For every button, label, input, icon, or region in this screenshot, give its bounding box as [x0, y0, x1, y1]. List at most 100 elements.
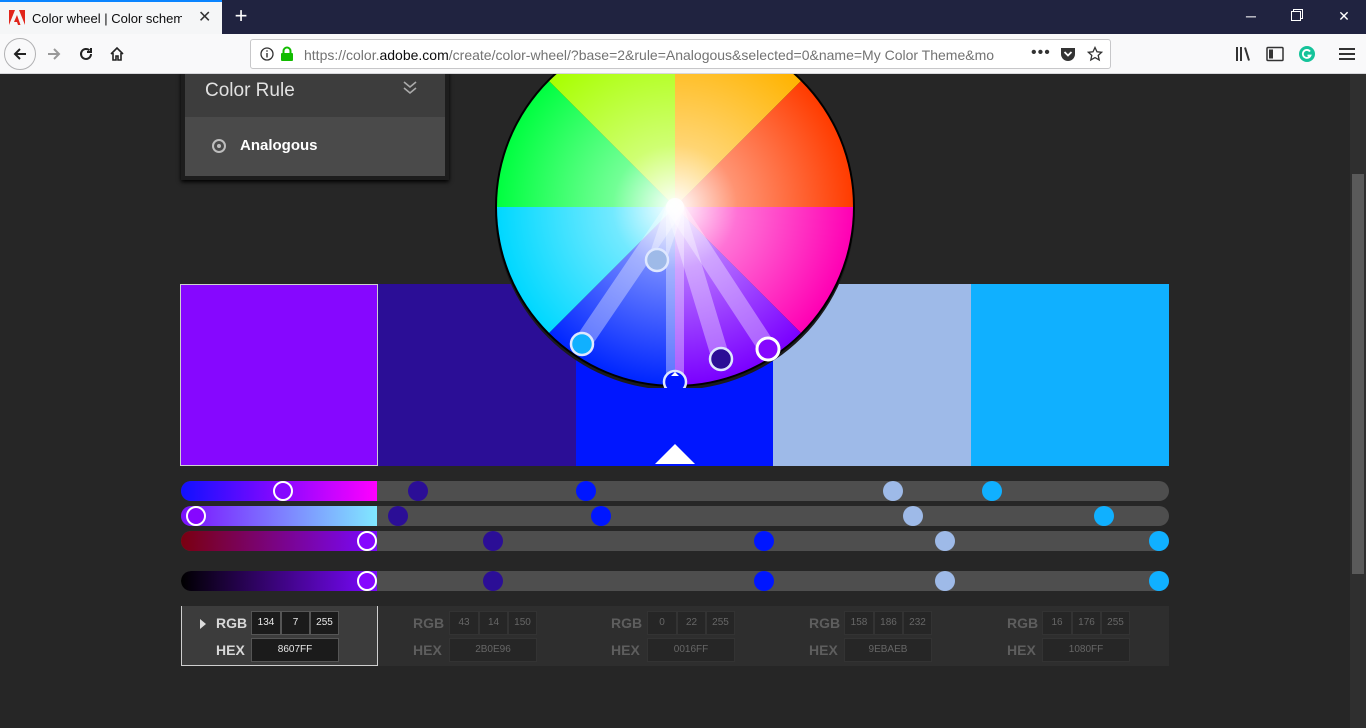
more-actions-icon[interactable]: •••: [1031, 44, 1051, 62]
new-tab-icon[interactable]: +: [231, 4, 251, 28]
hex-label-2: HEX: [413, 642, 442, 658]
expand-triangle-icon[interactable]: [200, 619, 206, 629]
color-rule-header[interactable]: Color Rule: [185, 74, 445, 117]
sat-dot-4: [903, 506, 923, 526]
rgb-b-field-3[interactable]: 255: [706, 611, 735, 635]
bright-dot-3: [754, 571, 774, 591]
hue-dot-4: [883, 481, 903, 501]
hex-label-1: HEX: [216, 642, 245, 658]
grammarly-icon[interactable]: [1298, 45, 1316, 63]
chevron-double-down-icon[interactable]: [402, 79, 418, 97]
hex-field-2[interactable]: 2B0E96: [449, 638, 537, 662]
rgb-g-field-2[interactable]: 14: [479, 611, 508, 635]
wheel-handle-4[interactable]: [644, 247, 670, 273]
lock-icon[interactable]: [280, 46, 294, 62]
radio-selected-icon: [212, 139, 226, 153]
hue-dot-3: [576, 481, 596, 501]
url-text[interactable]: https://color.adobe.com/create/color-whe…: [304, 47, 994, 63]
rgb-r-field-5[interactable]: 16: [1042, 611, 1072, 635]
rule-option-analogous[interactable]: Analogous: [185, 117, 445, 176]
hex-label-3: HEX: [611, 642, 640, 658]
hex-field-5[interactable]: 1080FF: [1042, 638, 1130, 662]
rgb-b-field-4[interactable]: 232: [903, 611, 932, 635]
rgb-g-field-3[interactable]: 22: [677, 611, 706, 635]
rgb-r-field-4[interactable]: 158: [844, 611, 874, 635]
menu-icon[interactable]: [1338, 45, 1356, 63]
bright-dot-5: [1149, 571, 1169, 591]
wheel-handle-5[interactable]: [569, 331, 595, 357]
rgb-b-field-5[interactable]: 255: [1101, 611, 1130, 635]
rgb-label-2: RGB: [413, 615, 445, 631]
color-wheel[interactable]: [494, 74, 856, 395]
swatch-1[interactable]: [180, 284, 378, 466]
tint-slider-handle[interactable]: [357, 531, 377, 551]
sidebar-icon[interactable]: [1266, 45, 1284, 63]
rgb-g-field-4[interactable]: 186: [874, 611, 903, 635]
saturation-slider-handle[interactable]: [186, 506, 206, 526]
wheel-handle-1[interactable]: [755, 336, 781, 362]
page-scrollbar[interactable]: [1350, 74, 1366, 728]
brightness-slider-handle[interactable]: [357, 571, 377, 591]
reload-button[interactable]: [70, 38, 102, 70]
minimize-icon[interactable]: ─: [1236, 6, 1266, 26]
rgb-r-field-2[interactable]: 43: [449, 611, 479, 635]
sat-dot-3: [591, 506, 611, 526]
rgb-label-1: RGB: [216, 615, 248, 631]
tint-dot-2: [483, 531, 503, 551]
hex-field-4[interactable]: 9EBAEB: [844, 638, 932, 662]
tab-bar: Color wheel | Color schemes - Adobe ✕ + …: [0, 0, 1366, 34]
bright-dot-2: [483, 571, 503, 591]
url-bar[interactable]: https://color.adobe.com/create/color-whe…: [250, 39, 1111, 69]
color-rule-title: Color Rule: [205, 80, 295, 101]
hex-label-4: HEX: [809, 642, 838, 658]
arrow-left-icon: [13, 48, 26, 60]
window-close-icon[interactable]: ✕: [1329, 6, 1359, 26]
hue-dot-5: [982, 481, 1002, 501]
rgb-r-field-3[interactable]: 0: [647, 611, 677, 635]
hex-label-5: HEX: [1007, 642, 1036, 658]
rule-option-label: Analogous: [240, 137, 318, 154]
tab-close-icon[interactable]: ✕: [198, 9, 211, 27]
brightness-slider-active[interactable]: [181, 571, 377, 591]
rgb-r-field-1[interactable]: 134: [251, 611, 281, 635]
bright-dot-4: [935, 571, 955, 591]
saturation-slider-active[interactable]: [181, 506, 377, 526]
page-content: Color Rule Analogous RGB 134 7 255 HEX 8…: [0, 74, 1350, 728]
rgb-label-5: RGB: [1007, 615, 1039, 631]
nav-bar: https://color.adobe.com/create/color-whe…: [0, 34, 1366, 74]
swatch-5[interactable]: [971, 284, 1169, 466]
wheel-handle-2[interactable]: [708, 346, 734, 372]
pocket-icon[interactable]: [1060, 46, 1076, 62]
sat-dot-2: [388, 506, 408, 526]
bookmark-star-icon[interactable]: [1087, 46, 1103, 62]
hex-field-1[interactable]: 8607FF: [251, 638, 339, 662]
rgb-label-3: RGB: [611, 615, 643, 631]
adobe-logo-icon: [9, 10, 25, 25]
rgb-b-field-1[interactable]: 255: [310, 611, 339, 635]
tab-color-wheel[interactable]: Color wheel | Color schemes - Adobe ✕: [0, 0, 222, 34]
tint-dot-4: [935, 531, 955, 551]
color-rule-panel: Color Rule Analogous: [181, 74, 449, 180]
tint-slider-active[interactable]: [181, 531, 377, 551]
home-button[interactable]: [101, 38, 133, 70]
tab-title: Color wheel | Color schemes - Adobe: [32, 11, 182, 26]
rgb-g-field-5[interactable]: 176: [1072, 611, 1101, 635]
rgb-label-4: RGB: [809, 615, 841, 631]
restore-icon[interactable]: [1282, 6, 1312, 26]
tint-dot-5: [1149, 531, 1169, 551]
info-icon[interactable]: [260, 47, 274, 61]
library-icon[interactable]: [1235, 45, 1253, 63]
rgb-g-field-1[interactable]: 7: [281, 611, 310, 635]
base-color-marker-icon: [655, 444, 695, 464]
home-icon: [110, 46, 124, 61]
back-button[interactable]: [4, 38, 36, 70]
sat-dot-5: [1094, 506, 1114, 526]
hue-dot-2: [408, 481, 428, 501]
tint-dot-3: [754, 531, 774, 551]
rgb-b-field-2[interactable]: 150: [508, 611, 537, 635]
scrollbar-thumb[interactable]: [1352, 174, 1364, 574]
hue-slider-handle[interactable]: [273, 481, 293, 501]
arrow-right-icon: [48, 48, 61, 60]
hex-field-3[interactable]: 0016FF: [647, 638, 735, 662]
forward-button[interactable]: [38, 38, 70, 70]
